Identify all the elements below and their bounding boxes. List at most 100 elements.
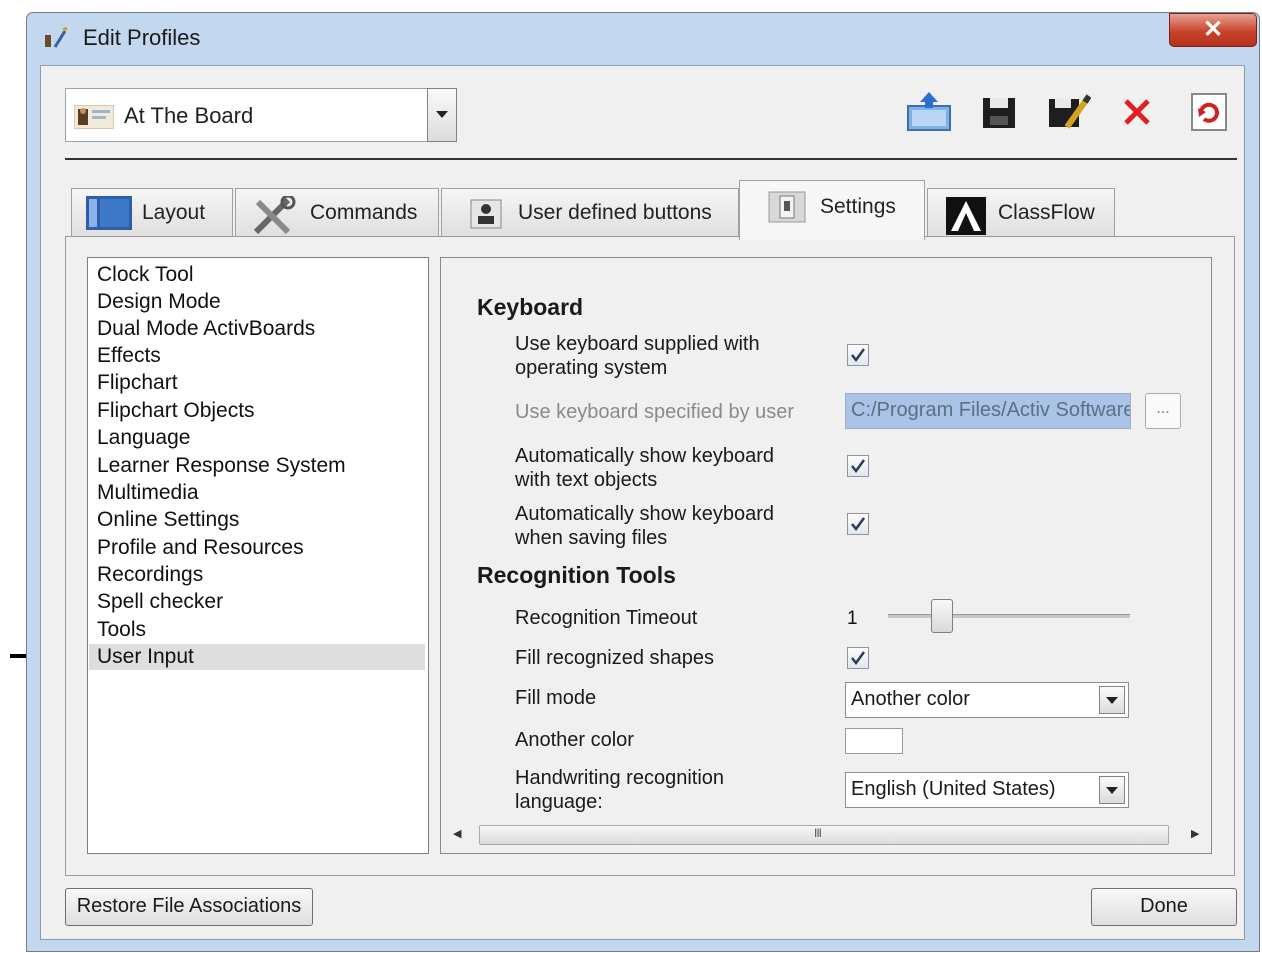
checkmark-icon — [851, 651, 866, 666]
recognition-timeout-label: Recognition Timeout — [515, 607, 698, 629]
handwriting-language-value: English (United States) — [851, 778, 1056, 800]
list-item-selected[interactable]: User Input — [89, 644, 425, 670]
recognition-section-title: Recognition Tools — [477, 562, 676, 588]
handwriting-language-dropdown-button[interactable] — [1099, 776, 1125, 804]
list-item[interactable]: Spell checker — [89, 589, 425, 615]
tab-user-defined-buttons[interactable]: User defined buttons — [441, 188, 739, 238]
keyboard-section-title: Keyboard — [477, 294, 584, 320]
fill-mode-label: Fill mode — [515, 687, 597, 709]
auto-keyboard-text-label: Automatically show keyboard with text ob… — [515, 444, 774, 492]
refresh-button[interactable] — [1185, 90, 1233, 134]
use-os-keyboard-label: Use keyboard supplied with operating sys… — [515, 332, 760, 380]
export-profile-icon — [907, 92, 951, 131]
fill-shapes-checkbox[interactable] — [847, 647, 869, 669]
another-color-picker[interactable] — [845, 728, 903, 754]
checkmark-icon — [851, 459, 866, 474]
app-icon — [45, 27, 68, 48]
scrollbar-thumb[interactable]: III — [479, 825, 1169, 845]
tab-layout[interactable]: Layout — [71, 188, 233, 238]
browse-button[interactable]: ... — [1145, 393, 1181, 429]
save-icon — [983, 98, 1015, 128]
list-item[interactable]: Tools — [89, 617, 425, 643]
profile-icon — [74, 105, 114, 129]
settings-category-list[interactable]: Clock Tool Design Mode Dual Mode ActivBo… — [87, 257, 429, 854]
auto-keyboard-save-checkbox[interactable] — [847, 513, 869, 535]
tab-label: Commands — [310, 201, 418, 224]
recognition-timeout-value: 1 — [847, 608, 858, 629]
list-item[interactable]: Effects — [89, 343, 425, 369]
list-item[interactable]: Profile and Resources — [89, 535, 425, 561]
list-item[interactable]: Dual Mode ActivBoards — [89, 316, 425, 342]
chevron-down-icon — [1106, 787, 1118, 794]
label-line: when saving files — [515, 527, 668, 549]
label-line: operating system — [515, 357, 668, 379]
save-as-icon — [1049, 94, 1091, 129]
user-buttons-icon — [470, 199, 502, 229]
keyboard-path-input[interactable]: C:/Program Files/Activ Software — [845, 393, 1131, 429]
commands-icon — [253, 196, 296, 235]
user-keyboard-label: Use keyboard specified by user — [515, 401, 795, 423]
layout-icon — [86, 196, 132, 230]
fill-mode-dropdown-button[interactable] — [1099, 686, 1125, 714]
another-color-label: Another color — [515, 729, 634, 751]
profile-name: At The Board — [124, 103, 254, 128]
list-item[interactable]: Recordings — [89, 562, 425, 588]
label-line: Handwriting recognition — [515, 767, 725, 789]
use-os-keyboard-checkbox[interactable] — [847, 344, 869, 366]
toolbar-separator — [65, 158, 1237, 160]
tab-label: User defined buttons — [518, 201, 712, 224]
label-line: Use keyboard supplied with — [515, 333, 760, 355]
list-item[interactable]: Online Settings — [89, 507, 425, 533]
chevron-down-icon — [436, 111, 448, 118]
restore-file-associations-button[interactable]: Restore File Associations — [65, 888, 313, 926]
recognition-timeout-slider[interactable] — [888, 614, 1130, 618]
scrollbar-grip: III — [814, 826, 822, 840]
window-title: Edit Profiles — [83, 25, 201, 50]
title-bar: Edit Profiles ✕ — [27, 13, 1259, 65]
list-item[interactable]: Clock Tool — [89, 262, 425, 288]
tab-label: ClassFlow — [998, 201, 1095, 224]
fill-mode-value: Another color — [851, 688, 970, 710]
label-line: Automatically show keyboard — [515, 445, 775, 467]
auto-keyboard-save-label: Automatically show keyboard when saving … — [515, 502, 774, 550]
profile-select[interactable]: At The Board — [65, 88, 457, 142]
tab-classflow[interactable]: ClassFlow — [927, 188, 1115, 238]
label-line: with text objects — [515, 469, 658, 491]
list-item[interactable]: Flipchart — [89, 370, 425, 396]
list-item[interactable]: Flipchart Objects — [89, 398, 425, 424]
slider-handle[interactable] — [931, 599, 953, 633]
label-line: language: — [515, 791, 603, 813]
scroll-left-icon[interactable]: ◀ — [453, 827, 461, 840]
done-button[interactable]: Done — [1091, 888, 1237, 926]
refresh-icon — [1191, 93, 1227, 131]
settings-tab-pane: Clock Tool Design Mode Dual Mode ActivBo… — [65, 236, 1235, 876]
classflow-icon — [946, 197, 986, 235]
checkmark-icon — [851, 348, 866, 363]
list-item[interactable]: Multimedia — [89, 480, 425, 506]
tab-commands[interactable]: Commands — [235, 188, 439, 238]
close-button[interactable]: ✕ — [1169, 13, 1257, 47]
handwriting-language-select[interactable]: English (United States) — [845, 772, 1129, 808]
scroll-right-icon[interactable]: ▶ — [1191, 827, 1199, 840]
dialog-body: At The Board Layout Commands User define… — [40, 65, 1245, 940]
export-profile-button[interactable] — [905, 90, 953, 134]
save-button[interactable] — [975, 90, 1023, 134]
list-item[interactable]: Language — [89, 425, 425, 451]
tab-label: Layout — [142, 201, 206, 224]
user-input-settings-panel: Keyboard Use keyboard supplied with oper… — [440, 257, 1212, 854]
save-as-button[interactable] — [1045, 90, 1093, 134]
settings-icon — [768, 191, 806, 223]
fill-mode-select[interactable]: Another color — [845, 682, 1129, 718]
horizontal-scrollbar[interactable]: ◀ III ▶ — [447, 824, 1207, 846]
profile-dropdown-button[interactable] — [427, 88, 457, 142]
label-line: Automatically show keyboard — [515, 503, 775, 525]
auto-keyboard-text-checkbox[interactable] — [847, 455, 869, 477]
tab-label: Settings — [820, 195, 896, 218]
handwriting-language-label: Handwriting recognition language: — [515, 766, 724, 814]
delete-profile-button[interactable] — [1113, 90, 1161, 134]
chevron-down-icon — [1106, 697, 1118, 704]
tab-settings[interactable]: Settings — [739, 180, 925, 240]
list-item[interactable]: Design Mode — [89, 289, 425, 315]
list-item[interactable]: Learner Response System — [89, 453, 425, 479]
delete-icon — [1124, 99, 1150, 125]
